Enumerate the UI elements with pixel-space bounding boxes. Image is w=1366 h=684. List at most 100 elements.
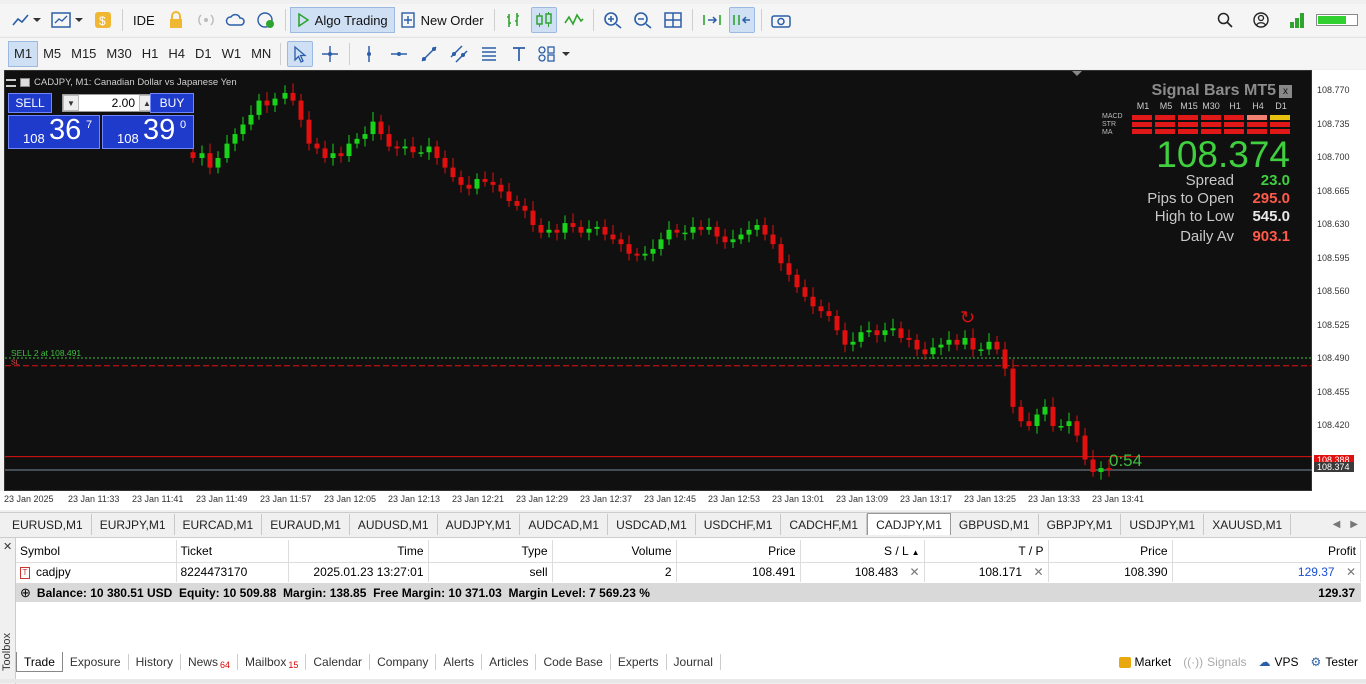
timeframe-h1[interactable]: H1 <box>137 41 164 67</box>
col-symbol[interactable]: Symbol <box>16 540 177 563</box>
timeframe-w1[interactable]: W1 <box>217 41 247 67</box>
timeframe-h4[interactable]: H4 <box>163 41 190 67</box>
zoom-out-icon[interactable] <box>630 7 656 33</box>
col-sl[interactable]: S / L ▲ <box>800 540 925 563</box>
timeframe-d1[interactable]: D1 <box>190 41 217 67</box>
volume-field[interactable]: ▼ 2.00 ▲ <box>62 94 156 112</box>
symbol-tab[interactable]: USDCAD,M1 <box>608 514 696 535</box>
timeframe-mn[interactable]: MN <box>246 41 276 67</box>
buy-button[interactable]: BUY <box>150 93 194 113</box>
symbol-tab[interactable]: GBPUSD,M1 <box>951 514 1039 535</box>
chart-shift-icon[interactable] <box>728 7 755 33</box>
cell-tp[interactable]: 108.171 ✕ <box>924 562 1049 582</box>
symbol-tab[interactable]: EURAUD,M1 <box>262 514 350 535</box>
new-chart-icon[interactable] <box>48 7 86 33</box>
crosshair-icon[interactable] <box>317 41 343 67</box>
symbol-tab[interactable]: XAUUSD,M1 <box>1204 514 1292 535</box>
toolbox-tab[interactable]: Articles <box>482 654 537 670</box>
signal-bars-close-icon[interactable]: x <box>1279 85 1292 98</box>
search-icon[interactable] <box>1212 7 1238 33</box>
screenshot-icon[interactable] <box>768 7 794 33</box>
account-icon[interactable] <box>1248 7 1274 33</box>
lock-icon[interactable] <box>163 7 189 33</box>
zoom-in-icon[interactable] <box>600 7 626 33</box>
tile-windows-icon[interactable] <box>660 7 686 33</box>
line-chart-icon[interactable] <box>561 7 587 33</box>
symbol-tab[interactable]: EURUSD,M1 <box>4 514 92 535</box>
tabs-scroll-right-icon[interactable]: ▶ <box>1346 514 1366 535</box>
sell-button[interactable]: SELL <box>8 93 52 113</box>
new-order-button[interactable]: New Order <box>395 7 490 33</box>
col-type[interactable]: Type <box>428 540 553 563</box>
toolbox-tab[interactable]: News 64 <box>181 654 238 670</box>
horizontal-line-icon[interactable] <box>386 41 412 67</box>
remove-tp-icon[interactable]: ✕ <box>1033 565 1043 579</box>
algo-trading-button[interactable]: Algo Trading <box>289 7 395 33</box>
col-price[interactable]: Price <box>676 540 801 563</box>
toolbox-close-icon[interactable]: ✕ <box>3 540 12 553</box>
shapes-icon[interactable] <box>536 41 572 67</box>
col-tp[interactable]: T / P <box>924 540 1049 563</box>
chart-menu-icon[interactable] <box>6 78 16 87</box>
signals-button[interactable]: ((·)) Signals <box>1183 655 1246 669</box>
col-volume[interactable]: Volume <box>552 540 677 563</box>
toolbox-tab[interactable]: Company <box>370 654 437 670</box>
symbol-tab[interactable]: AUDCAD,M1 <box>520 514 609 535</box>
symbol-tab[interactable]: EURJPY,M1 <box>92 514 175 535</box>
tester-button[interactable]: ⚙ Tester <box>1311 655 1358 669</box>
symbol-tab[interactable]: GBPJPY,M1 <box>1039 514 1122 535</box>
timeframe-m5[interactable]: M5 <box>38 41 66 67</box>
toolbox-tab[interactable]: Alerts <box>436 654 483 670</box>
dollar-icon[interactable]: $ <box>90 7 116 33</box>
buy-price-box[interactable]: 108 39 0 <box>102 114 194 149</box>
volume-down-icon[interactable]: ▼ <box>63 95 79 111</box>
toolbox-tab[interactable]: History <box>129 654 181 670</box>
symbol-tab[interactable]: AUDUSD,M1 <box>350 514 438 535</box>
trendline-icon[interactable] <box>416 41 442 67</box>
toolbox-tab[interactable]: Experts <box>611 654 667 670</box>
toolbox-tab[interactable]: Mailbox 15 <box>238 654 307 670</box>
market-button[interactable]: Market <box>1118 655 1171 669</box>
volume-value[interactable]: 2.00 <box>79 96 139 110</box>
col-cur-price[interactable]: Price <box>1048 540 1173 563</box>
toolbox-tab[interactable]: Code Base <box>536 654 611 670</box>
market-icon[interactable] <box>253 7 279 33</box>
table-row[interactable]: Tcadjpy 8224473170 2025.01.23 13:27:01 s… <box>16 562 1361 582</box>
symbol-tab[interactable]: AUDJPY,M1 <box>438 514 521 535</box>
remove-sl-icon[interactable]: ✕ <box>909 565 919 579</box>
symbol-tab[interactable]: USDCHF,M1 <box>696 514 782 535</box>
balance-expand-icon[interactable]: ⊕ <box>20 585 31 601</box>
col-ticket[interactable]: Ticket <box>176 540 289 563</box>
cursor-icon[interactable] <box>287 40 314 67</box>
col-time[interactable]: Time <box>288 540 429 563</box>
symbol-tab[interactable]: CADCHF,M1 <box>781 514 868 535</box>
chart-type-icon[interactable] <box>8 7 44 33</box>
cloud-icon[interactable] <box>223 7 249 33</box>
symbol-tab[interactable]: CADJPY,M1 <box>867 513 951 535</box>
cell-sl[interactable]: 108.483 ✕ <box>800 562 925 582</box>
signal-wave-icon[interactable] <box>193 7 219 33</box>
vertical-line-icon[interactable] <box>356 41 382 67</box>
sell-price-box[interactable]: 108 36 7 <box>8 114 100 149</box>
close-position-icon[interactable]: ✕ <box>1346 565 1356 579</box>
vps-button[interactable]: ☁ VPS <box>1259 655 1299 669</box>
channel-icon[interactable] <box>446 41 472 67</box>
fibonacci-icon[interactable] <box>476 41 502 67</box>
connection-level-icon[interactable] <box>1284 7 1310 33</box>
tabs-scroll-left-icon[interactable]: ◀ <box>1327 514 1347 535</box>
timeframe-m30[interactable]: M30 <box>101 41 136 67</box>
cell-profit[interactable]: 129.37 ✕ <box>1172 562 1361 582</box>
toolbox-tab[interactable]: Journal <box>667 654 721 670</box>
col-profit[interactable]: Profit <box>1172 540 1361 563</box>
timeframe-m15[interactable]: M15 <box>66 41 101 67</box>
bar-chart-icon[interactable] <box>501 7 527 33</box>
toolbox-tab[interactable]: Calendar <box>306 654 371 670</box>
toolbox-tab[interactable]: Exposure <box>63 654 129 670</box>
timeframe-m1[interactable]: M1 <box>8 40 39 67</box>
text-tool-icon[interactable] <box>506 41 532 67</box>
symbol-tab[interactable]: EURCAD,M1 <box>175 514 263 535</box>
ide-button[interactable]: IDE <box>127 7 161 33</box>
autoscroll-icon[interactable] <box>699 7 725 33</box>
candlestick-icon[interactable] <box>530 7 557 33</box>
symbol-tab[interactable]: USDJPY,M1 <box>1121 514 1205 535</box>
